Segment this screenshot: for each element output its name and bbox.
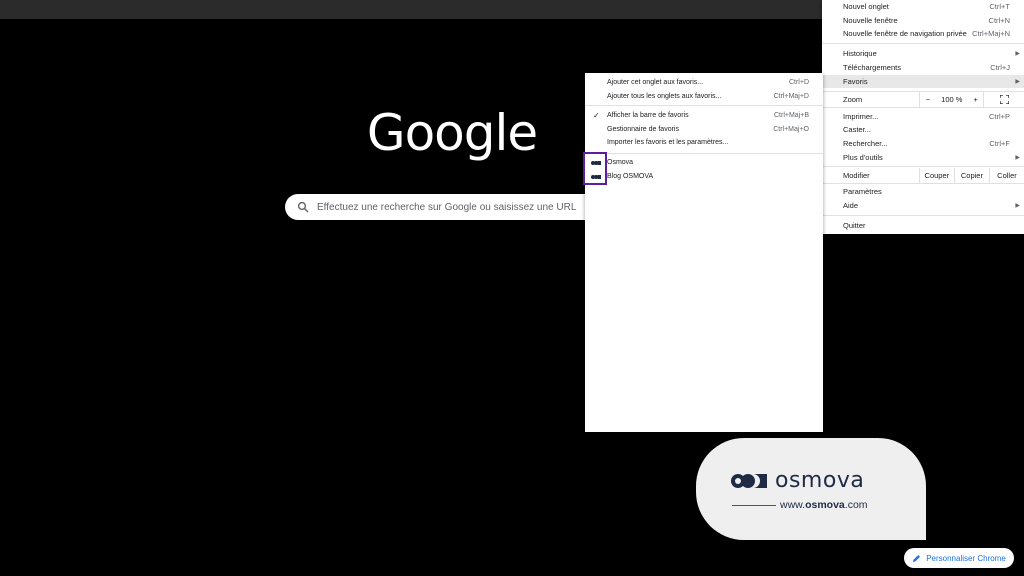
osmova-wordmark: osmova [775, 468, 865, 493]
osmova-logo-icon [731, 473, 767, 489]
menu-divider [822, 107, 1024, 108]
submenu-item-shortcut: Ctrl+Maj+O [773, 125, 809, 133]
menu-divider [822, 182, 1024, 184]
favicon-highlight-box [583, 152, 607, 185]
bookmark-label: Blog OSMOVA [607, 173, 654, 181]
submenu-divider [585, 152, 823, 154]
submenu-divider [585, 105, 823, 106]
bookmark-label: Osmova [607, 159, 634, 167]
menu-item-more-tools[interactable]: Plus d'outils ▶ [822, 151, 1024, 165]
menu-item-incognito[interactable]: Nouvelle fenêtre de navigation privée Ct… [822, 27, 1024, 41]
menu-item-history[interactable]: Historique ▶ [822, 47, 1024, 61]
menu-divider [822, 43, 1024, 44]
menu-item-new-tab[interactable]: Nouvel onglet Ctrl+T [822, 0, 1024, 14]
customize-chrome-label: Personnaliser Chrome [926, 553, 1006, 563]
bookmarks-submenu: Ajouter cet onglet aux favoris... Ctrl+D… [585, 73, 823, 432]
menu-item-label: Aide [843, 200, 859, 210]
zoom-level: 100 % [941, 95, 963, 104]
menu-item-label: Nouvelle fenêtre [843, 15, 898, 25]
search-placeholder: Effectuez une recherche sur Google ou sa… [317, 201, 577, 213]
submenu-item-import[interactable]: Importer les favoris et les paramètres..… [585, 136, 823, 150]
submenu-item-show-bookmarks-bar[interactable]: ✓ Afficher la barre de favoris Ctrl+Maj+… [585, 109, 823, 123]
menu-item-shortcut: Ctrl+Maj+N [972, 29, 1010, 39]
menu-item-label: Rechercher... [843, 139, 888, 149]
submenu-item-shortcut: Ctrl+D [788, 79, 809, 87]
submenu-arrow-icon: ▶ [1015, 78, 1020, 85]
osmova-url-suffix: .com [844, 499, 868, 511]
submenu-item-label: Importer les favoris et les paramètres..… [607, 139, 729, 147]
menu-item-label: Téléchargements [843, 63, 901, 73]
paste-button[interactable]: Coller [988, 167, 1024, 183]
copy-button[interactable]: Copier [953, 167, 989, 183]
zoom-out-button[interactable]: − [926, 95, 930, 104]
menu-item-quit[interactable]: Quitter [822, 219, 1024, 233]
zoom-controls: − 100 % + [919, 92, 983, 107]
osmova-logo: osmova [731, 468, 864, 493]
check-icon: ✓ [593, 111, 600, 121]
cut-button[interactable]: Couper [918, 167, 954, 183]
submenu-item-shortcut: Ctrl+Maj+B [773, 112, 809, 120]
menu-item-downloads[interactable]: Téléchargements Ctrl+J [822, 61, 1024, 75]
menu-item-label: Nouvelle fenêtre de navigation privée [843, 29, 967, 39]
zoom-label: Zoom [843, 95, 863, 104]
menu-item-find[interactable]: Rechercher... Ctrl+F [822, 137, 1024, 151]
google-logo: Google [366, 104, 538, 162]
submenu-item-bookmark-manager[interactable]: Gestionnaire de favoris Ctrl+Maj+O [585, 123, 823, 137]
menu-item-label: Quitter [843, 221, 866, 231]
search-input[interactable]: Effectuez une recherche sur Google ou sa… [285, 194, 605, 220]
edit-label: Modifier [843, 170, 870, 180]
bookmark-item[interactable]: Blog OSMOVA [585, 170, 823, 184]
menu-item-label: Imprimer... [843, 111, 879, 121]
menu-item-cast[interactable]: Caster... [822, 123, 1024, 137]
submenu-item-label: Ajouter cet onglet aux favoris... [607, 79, 704, 87]
submenu-arrow-icon: ▶ [1015, 202, 1020, 209]
submenu-item-label: Afficher la barre de favoris [607, 112, 689, 120]
osmova-divider [732, 505, 776, 506]
edit-row: Modifier Couper Copier Coller [822, 167, 1024, 183]
menu-item-label: Historique [843, 49, 877, 59]
menu-item-shortcut: Ctrl+N [988, 15, 1010, 25]
zoom-row: Zoom − 100 % + [822, 92, 1024, 107]
menu-item-label: Nouvel onglet [843, 2, 889, 12]
menu-item-shortcut: Ctrl+P [988, 111, 1010, 121]
submenu-item-bookmark-tab[interactable]: Ajouter cet onglet aux favoris... Ctrl+D [585, 76, 823, 90]
menu-item-shortcut: Ctrl+J [990, 63, 1010, 73]
menu-item-label: Caster... [843, 125, 871, 135]
osmova-url: www.osmova.com [780, 499, 868, 511]
menu-item-settings[interactable]: Paramètres [822, 185, 1024, 199]
submenu-item-shortcut: Ctrl+Maj+D [773, 92, 809, 100]
menu-item-shortcut: Ctrl+F [989, 139, 1010, 149]
fullscreen-icon[interactable] [983, 92, 1024, 107]
osmova-url-domain: osmova [805, 499, 845, 511]
menu-item-label: Paramètres [843, 187, 882, 197]
submenu-arrow-icon: ▶ [1015, 51, 1020, 58]
submenu-item-bookmark-all[interactable]: Ajouter tous les onglets aux favoris... … [585, 90, 823, 104]
menu-item-help[interactable]: Aide ▶ [822, 199, 1024, 213]
menu-item-label: Favoris [843, 76, 868, 86]
menu-item-print[interactable]: Imprimer... Ctrl+P [822, 110, 1024, 124]
chrome-main-menu: Nouvel onglet Ctrl+T Nouvelle fenêtre Ct… [822, 0, 1024, 234]
customize-chrome-button[interactable]: Personnaliser Chrome [904, 548, 1014, 568]
menu-divider [822, 215, 1024, 216]
submenu-item-label: Ajouter tous les onglets aux favoris... [607, 92, 722, 100]
pencil-icon [912, 554, 921, 563]
search-icon [297, 201, 309, 213]
menu-item-new-window[interactable]: Nouvelle fenêtre Ctrl+N [822, 14, 1024, 28]
osmova-url-prefix: www. [780, 499, 806, 511]
submenu-item-label: Gestionnaire de favoris [607, 125, 679, 133]
menu-item-shortcut: Ctrl+T [989, 2, 1010, 12]
submenu-arrow-icon: ▶ [1015, 154, 1020, 161]
menu-item-label: Plus d'outils [843, 152, 883, 162]
zoom-in-button[interactable]: + [974, 95, 978, 104]
menu-item-bookmarks[interactable]: Favoris ▶ [822, 74, 1024, 88]
osmova-branding-card: osmova www.osmova.com [696, 438, 926, 540]
bookmark-item[interactable]: Osmova [585, 156, 823, 170]
